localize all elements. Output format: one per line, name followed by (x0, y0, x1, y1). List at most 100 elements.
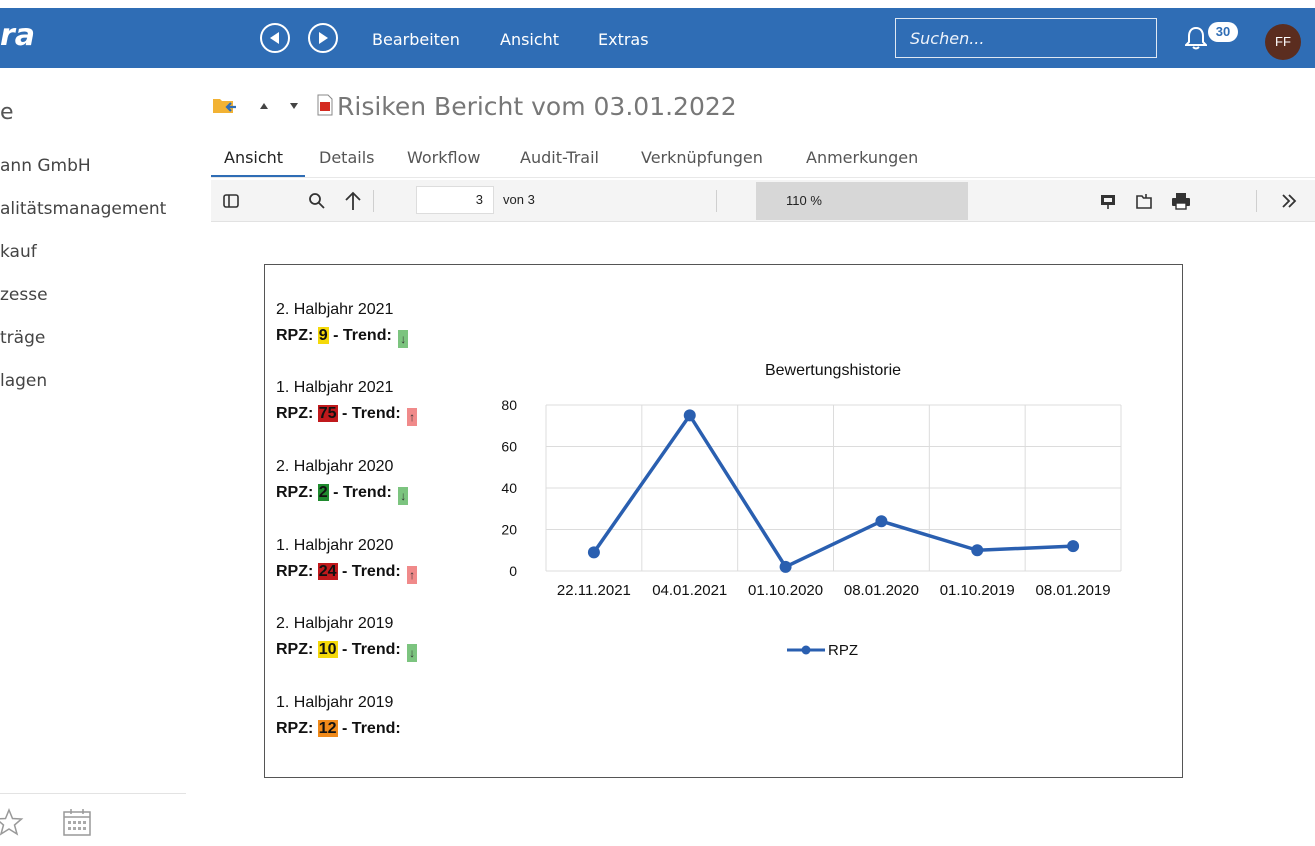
star-icon[interactable] (0, 808, 24, 836)
trend-down-icon: ↓ (398, 330, 409, 348)
menu-bearbeiten[interactable]: Bearbeiten (372, 30, 460, 49)
trend-label: - Trend: (342, 405, 401, 422)
rpz-prefix: RPZ: (276, 484, 314, 501)
rpz-line: RPZ: 24 - Trend: ↑ (276, 563, 418, 584)
trend-down-icon: ↓ (398, 487, 409, 505)
y-tick-label: 40 (501, 480, 517, 496)
menu-extras[interactable]: Extras (598, 30, 649, 49)
x-tick-label: 04.01.2021 (652, 582, 727, 599)
tab-anmerkungen[interactable]: Anmerkungen (806, 148, 918, 167)
pdf-icon (317, 94, 333, 116)
rpz-value: 10 (317, 641, 338, 658)
move-up-icon[interactable] (258, 100, 270, 112)
tab-workflow[interactable]: Workflow (407, 148, 480, 167)
calendar-icon[interactable] (62, 807, 92, 837)
sidebar-item-templates[interactable]: lagen (0, 371, 47, 391)
data-point (971, 544, 984, 557)
rpz-line: RPZ: 12 - Trend: (276, 720, 401, 738)
folder-back-icon[interactable] (212, 96, 238, 116)
data-point (683, 409, 696, 422)
y-tick-label: 60 (501, 439, 517, 455)
data-point (1067, 540, 1080, 553)
sidebar-title: e (0, 100, 14, 125)
print-icon[interactable] (1171, 192, 1191, 210)
trend-label: - Trend: (342, 641, 401, 658)
more-tools-icon[interactable] (1281, 194, 1297, 208)
viewer-toolbar: 3 von 3 110 % (211, 180, 1315, 222)
tabs-divider (211, 177, 1315, 178)
sidebar-item-contracts[interactable]: träge (0, 328, 45, 348)
rpz-value: 24 (317, 563, 338, 580)
sidebar-item-processes[interactable]: zesse (0, 285, 48, 305)
period-label: 2. Halbjahr 2020 (276, 458, 394, 475)
presentation-icon[interactable] (1099, 192, 1117, 210)
back-arrow-icon (270, 32, 279, 44)
tab-verknuepfungen[interactable]: Verknüpfungen (641, 148, 763, 167)
data-point (779, 560, 792, 573)
x-tick-label: 08.01.2019 (1036, 582, 1111, 599)
rpz-value: 9 (317, 327, 329, 344)
sidebar-item-purchasing[interactable]: kauf (0, 242, 37, 262)
rpz-prefix: RPZ: (276, 641, 314, 658)
rpz-line: RPZ: 2 - Trend: ↓ (276, 484, 409, 505)
trend-label: - Trend: (342, 720, 401, 737)
document-page: 2. Halbjahr 2021 RPZ: 9 - Trend: ↓ 1. Ha… (264, 264, 1183, 778)
trend-up-icon: ↑ (407, 566, 418, 584)
open-file-icon[interactable] (1135, 192, 1153, 210)
previous-page-icon[interactable] (344, 190, 362, 212)
toolbar-separator (716, 190, 717, 212)
avatar[interactable]: FF (1265, 24, 1301, 60)
sidebar-item-company[interactable]: ann GmbH (0, 156, 91, 176)
sidebar-footer (0, 793, 186, 846)
menu-ansicht[interactable]: Ansicht (500, 30, 559, 49)
notifications-button[interactable] (1183, 26, 1209, 55)
tab-details[interactable]: Details (319, 148, 374, 167)
toolbar-separator (373, 190, 374, 212)
page-number-input[interactable]: 3 (416, 186, 494, 214)
search-input[interactable]: Suchen... (895, 18, 1157, 58)
data-point (587, 546, 600, 559)
move-down-icon[interactable] (288, 100, 300, 112)
toolbar-separator (1256, 190, 1257, 212)
tab-ansicht[interactable]: Ansicht (224, 148, 283, 167)
data-point (875, 515, 888, 528)
period-label: 1. Halbjahr 2020 (276, 537, 394, 554)
rpz-value: 2 (317, 484, 329, 501)
rpz-value: 12 (317, 720, 338, 737)
rpz-prefix: RPZ: (276, 563, 314, 580)
search-placeholder: Suchen... (910, 29, 985, 48)
trend-label: - Trend: (342, 563, 401, 580)
period-label: 2. Halbjahr 2021 (276, 301, 394, 318)
period-label: 1. Halbjahr 2021 (276, 379, 394, 396)
tab-audit-trail[interactable]: Audit-Trail (520, 148, 599, 167)
forward-button[interactable] (308, 23, 338, 53)
notification-badge: 30 (1208, 22, 1238, 42)
x-tick-label: 08.01.2020 (844, 582, 919, 599)
search-icon[interactable] (308, 192, 326, 210)
rpz-prefix: RPZ: (276, 720, 314, 737)
x-tick-label: 01.10.2020 (748, 582, 823, 599)
sidebar-item-quality-management[interactable]: alitätsmanagement (0, 199, 166, 219)
period-label: 1. Halbjahr 2019 (276, 694, 394, 711)
rpz-prefix: RPZ: (276, 327, 314, 344)
trend-up-icon: ↑ (407, 408, 418, 426)
zoom-select[interactable]: 110 % (756, 182, 968, 220)
app-logo[interactable]: ra (0, 18, 35, 53)
rpz-line: RPZ: 10 - Trend: ↓ (276, 641, 418, 662)
legend-label: RPZ (828, 642, 858, 659)
top-bar: ra Bearbeiten Ansicht Extras Suchen... 3… (0, 8, 1315, 68)
rpz-value: 75 (317, 405, 338, 422)
x-tick-label: 01.10.2019 (940, 582, 1015, 599)
back-button[interactable] (260, 23, 290, 53)
trend-down-icon: ↓ (407, 644, 418, 662)
line-chart: Bewertungshistorie 0 20 40 60 80 22.11.2021 04.… (501, 362, 1122, 659)
active-tab-indicator (211, 175, 305, 177)
y-tick-label: 80 (501, 397, 517, 413)
forward-arrow-icon (319, 32, 328, 44)
chart-title: Bewertungshistorie (765, 362, 901, 379)
bell-icon (1183, 26, 1209, 50)
legend-marker (801, 645, 811, 655)
rpz-line: RPZ: 75 - Trend: ↑ (276, 405, 418, 426)
sidebar-toggle-icon[interactable] (223, 193, 239, 209)
x-tick-label: 22.11.2021 (557, 582, 631, 599)
